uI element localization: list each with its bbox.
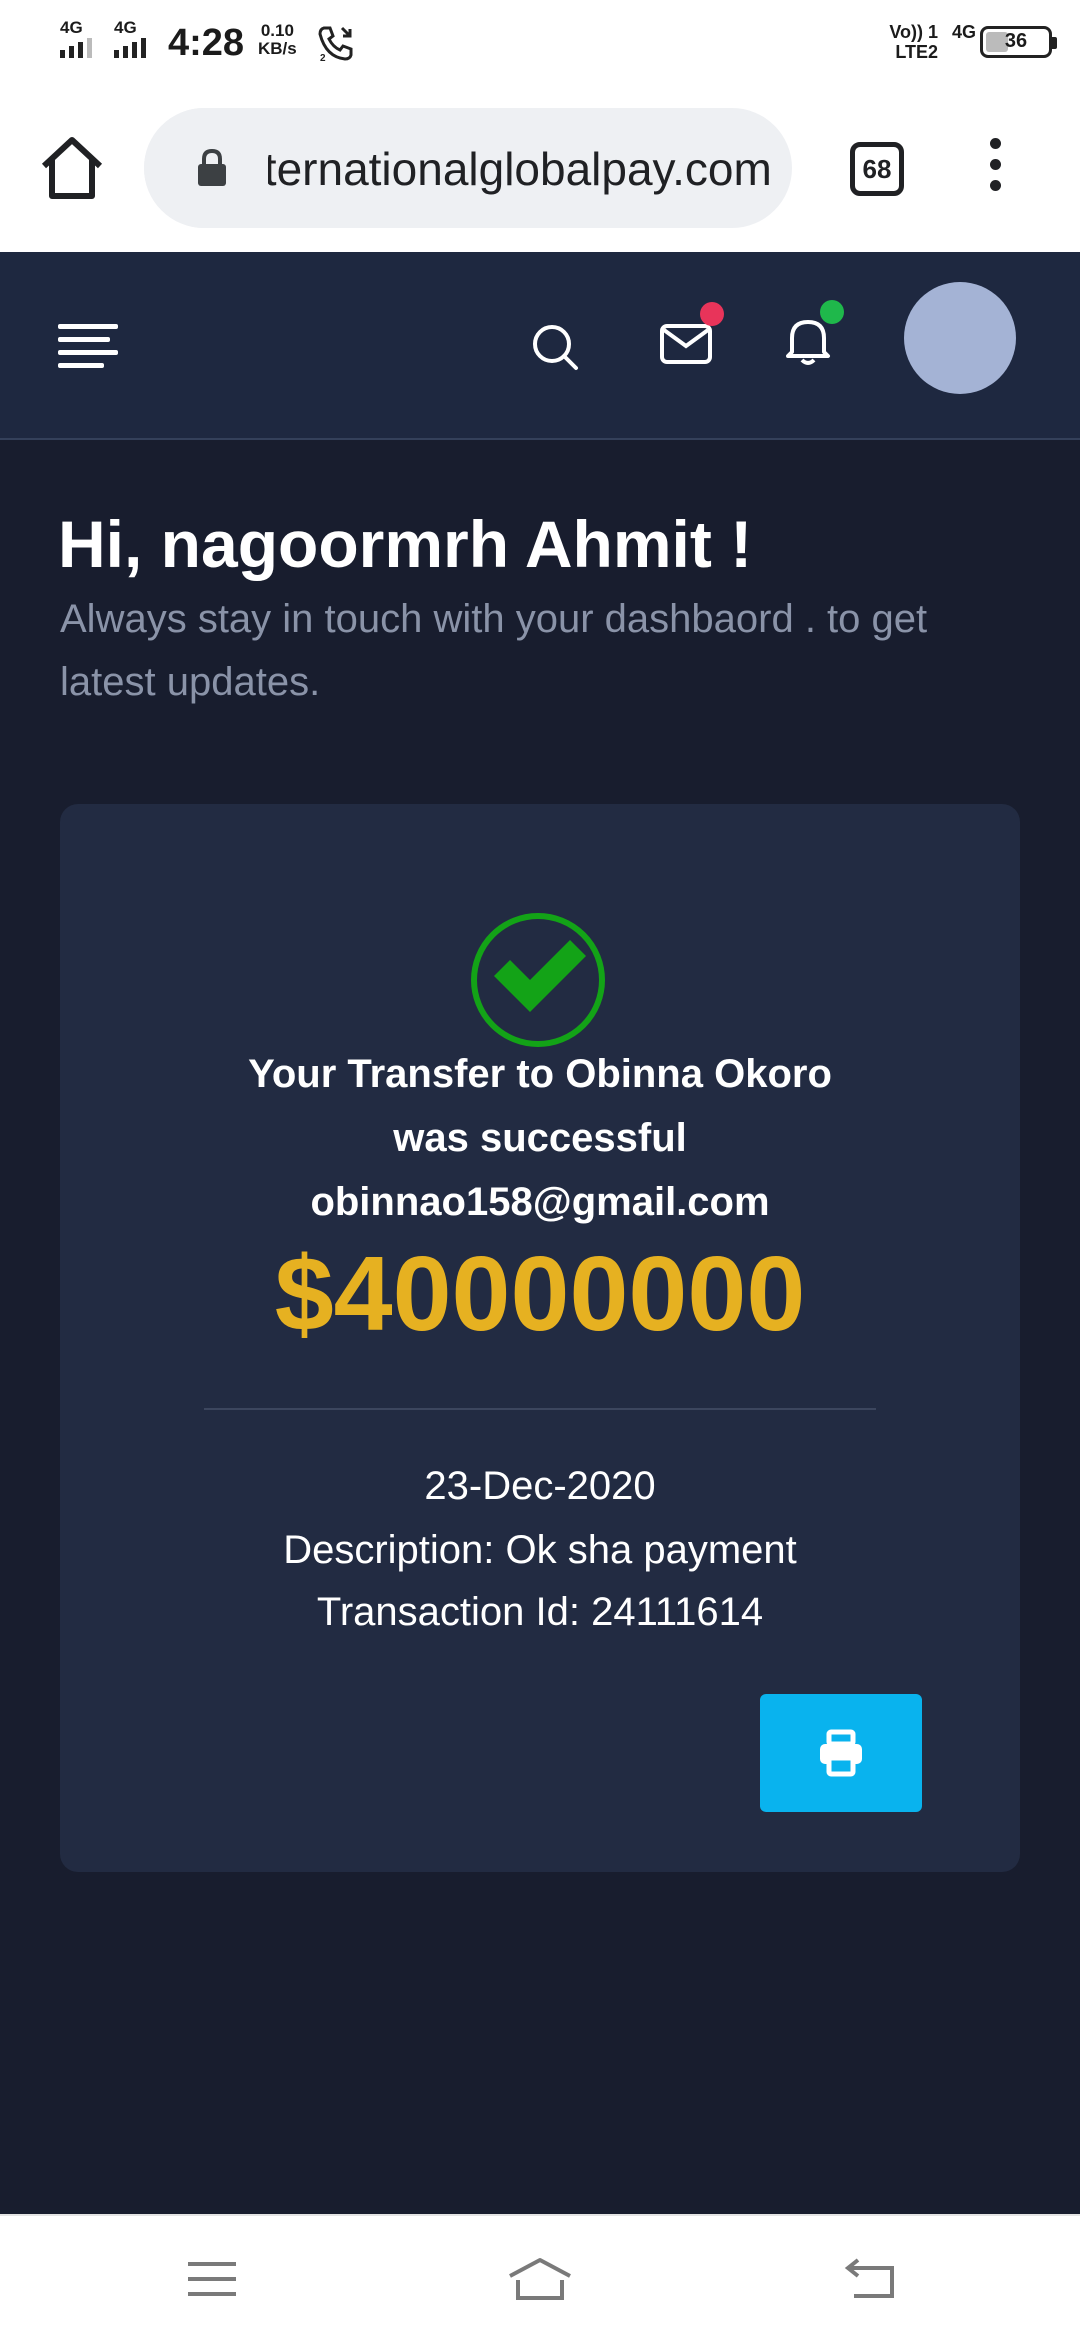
network-speed: 0.10 KB/s xyxy=(258,22,297,58)
network-type: 4G xyxy=(951,22,976,42)
search-icon[interactable] xyxy=(526,318,586,378)
more-menu-icon[interactable] xyxy=(980,138,1010,198)
menu-icon[interactable] xyxy=(58,324,122,368)
transfer-amount: $40000000 xyxy=(274,1235,806,1353)
tab-switcher-button[interactable]: 68 xyxy=(850,142,904,196)
volte-line1: Vo)) 1 xyxy=(889,22,938,42)
page-subtitle: Always stay in touch with your dashbaord… xyxy=(60,597,928,704)
battery-icon: 36 xyxy=(980,26,1057,58)
recent-apps-icon[interactable] xyxy=(182,2254,242,2304)
browser-toolbar: internationalglobalpay.com 68 xyxy=(0,88,1080,252)
app-header xyxy=(0,252,1080,440)
transfer-date: 23-Dec-2020 xyxy=(424,1464,656,1508)
transfer-message-line1: Your Transfer to Obinna Okoro xyxy=(248,1052,832,1096)
print-icon xyxy=(820,1729,862,1777)
call-indicator: 2 xyxy=(320,53,326,62)
recipient-email: obinnao158@gmail.com xyxy=(310,1180,770,1224)
success-check-icon xyxy=(471,913,605,1047)
lock-icon-overlay xyxy=(198,148,226,186)
system-navigation-bar xyxy=(0,2214,1080,2340)
avatar[interactable] xyxy=(904,282,1016,394)
status-bar: 4G 4G 4:28 0.10 KB/s 2 Vo)) 1 LTE2 4G 36 xyxy=(0,0,1080,88)
volte-indicator: Vo)) 1 LTE2 xyxy=(889,22,938,62)
mail-notification-badge xyxy=(700,302,724,326)
transfer-description: Description: Ok sha payment xyxy=(283,1528,797,1572)
clock: 4:28 xyxy=(168,22,245,64)
sim2-network-label: 4G xyxy=(114,18,137,37)
home-icon[interactable] xyxy=(36,132,108,204)
sim1-network-label: 4G xyxy=(60,18,83,37)
page-title: Hi, nagoormrh Ahmit ! xyxy=(58,507,753,581)
transaction-id: Transaction Id: 24111614 xyxy=(316,1590,764,1634)
sim2-signal-icon: 4G xyxy=(112,18,160,60)
battery-level: 36 xyxy=(1004,30,1028,52)
back-icon[interactable] xyxy=(842,2254,902,2304)
call-icon: 2 xyxy=(318,26,353,62)
print-button[interactable] xyxy=(760,1694,922,1812)
divider xyxy=(204,1408,876,1410)
url-text[interactable]: internationalglobalpay.com xyxy=(228,142,772,196)
transfer-success-card: Your Transfer to Obinna Okoro was succes… xyxy=(60,804,1020,1872)
address-bar[interactable]: internationalglobalpay.com xyxy=(144,108,792,228)
speed-unit: KB/s xyxy=(258,39,297,58)
transfer-message-line2: was successful xyxy=(393,1116,687,1160)
speed-value: 0.10 xyxy=(260,21,294,40)
sim1-signal-icon: 4G xyxy=(58,18,106,60)
bell-notification-badge xyxy=(820,300,844,324)
volte-line2: LTE2 xyxy=(895,42,938,62)
system-home-icon[interactable] xyxy=(506,2254,574,2304)
